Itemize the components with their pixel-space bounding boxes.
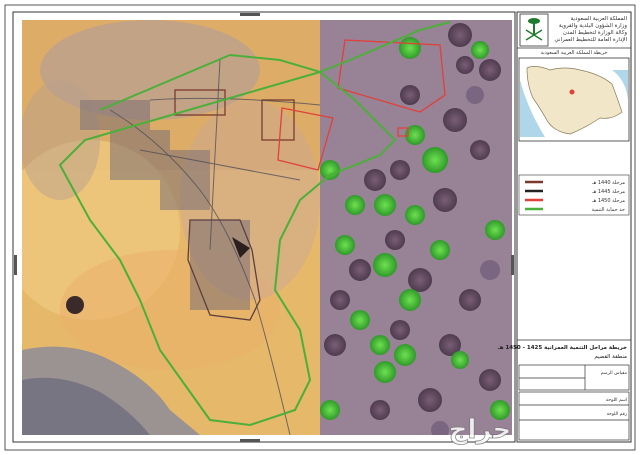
legend-label-1440: مرحلة 1440 هـ [591, 180, 625, 186]
saudi-emblem-icon [519, 13, 549, 47]
inset-location-map[interactable] [518, 57, 630, 142]
map-subtitle: منطقة القصيم [594, 354, 627, 360]
title-block: المملكة العربية السعودية وزارة الشؤون ال… [497, 11, 632, 443]
footer-label-scale: مقياس الرسم [601, 371, 628, 376]
org-line-3: وكالة الوزارة لتخطيط المدن [563, 29, 628, 36]
satellite-map[interactable] [0, 20, 512, 439]
legend-label-boundary: حد حماية التنمية [592, 207, 625, 213]
map-title: خريطة مراحل التنمية العمرانية 1425 - 145… [497, 345, 627, 351]
map-sheet: المملكة العربية السعودية وزارة الشؤون ال… [0, 4, 636, 451]
haraj-watermark: حراج [448, 415, 512, 446]
legend-label-1450: مرحلة 1450 هـ [591, 198, 625, 204]
org-line-4: الإدارة العامة للتخطيط العمراني [554, 37, 627, 43]
location-marker[interactable] [569, 89, 575, 95]
watermark-logo: حراج [449, 415, 512, 445]
inset-caption: خريطة المملكة العربية السعودية [541, 50, 608, 56]
org-line-1: المملكة العربية السعودية [571, 15, 628, 22]
footer-label-sheet-name: اسم اللوحة [606, 398, 627, 403]
footer-label-sheet-number: رقم اللوحة [607, 412, 627, 417]
org-line-2: وزارة الشؤون البلدية والقروية [559, 23, 627, 29]
legend-label-1445: مرحلة 1445 هـ [591, 189, 625, 195]
map-legend: مرحلة 1440 هـ مرحلة 1445 هـ مرحلة 1450 ه… [518, 174, 630, 216]
